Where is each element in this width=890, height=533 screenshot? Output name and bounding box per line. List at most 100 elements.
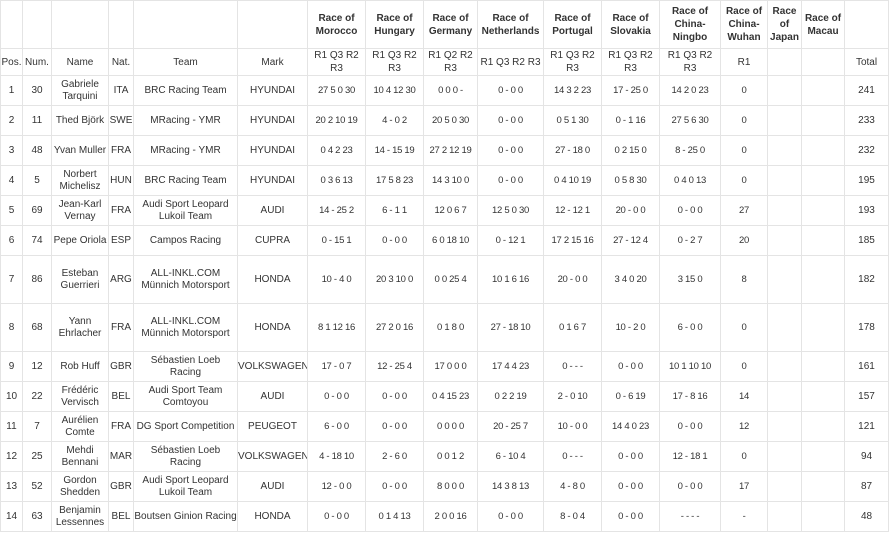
table-row[interactable]: 7 86 Esteban Guerrieri ARG ALL-INKL.COM Münn… [0, 255, 889, 304]
score-cell: 14 4 0 23 [601, 411, 660, 442]
race-header-netherlands[interactable]: Race of Netherlands [477, 0, 544, 49]
number-cell: 86 [22, 255, 52, 304]
race-header-macau[interactable]: Race of Macau [801, 0, 845, 49]
session-header: R1 Q3 R2 R3 [543, 48, 602, 76]
table-row[interactable]: 5 69 Jean-Karl Vernay FRA Audi Sport Leopard… [0, 195, 889, 226]
team-cell: Boutsen Ginion Racing [133, 501, 238, 532]
score-cell [801, 105, 845, 136]
score-cell [801, 303, 845, 352]
score-cell: 20 2 10 19 [307, 105, 366, 136]
session-header [801, 48, 845, 76]
score-cell [801, 441, 845, 472]
race-header-china-wuhan[interactable]: Race of China-Wuhan [720, 0, 768, 49]
table-row[interactable]: 12 25 Mehdi Bennani MAR Sébastien Loeb Racin… [0, 441, 889, 472]
table-row[interactable]: 6 74 Pepe Oriola ESP Campos Racing CUPRA 0 - 1… [0, 225, 889, 256]
score-cell: 20 [720, 225, 768, 256]
race-header-slovakia[interactable]: Race of Slovakia [601, 0, 660, 49]
score-cell: 0 - 15 1 [307, 225, 366, 256]
blank-header [133, 0, 238, 49]
table-row[interactable]: 11 7 Aurélien Comte FRA DG Sport Competition… [0, 411, 889, 442]
nationality-cell: ESP [108, 225, 134, 256]
score-cell [767, 501, 802, 532]
col-header-num[interactable]: Num. [22, 48, 52, 76]
mark-cell: AUDI [237, 195, 308, 226]
col-header-pos[interactable]: Pos. [0, 48, 23, 76]
score-cell: 2 - 0 10 [543, 381, 602, 412]
mark-cell: HONDA [237, 255, 308, 304]
team-cell: BRC Racing Team [133, 165, 238, 196]
race-header-morocco[interactable]: Race of Morocco [307, 0, 366, 49]
score-cell: 8 0 0 0 [423, 471, 478, 502]
score-cell: 0 [720, 135, 768, 166]
col-header-nat[interactable]: Nat. [108, 48, 134, 76]
nationality-cell: MAR [108, 441, 134, 472]
pos-cell: 2 [0, 105, 23, 136]
score-cell: 27 - 18 10 [477, 303, 544, 352]
score-cell: 27 [720, 195, 768, 226]
col-header-team[interactable]: Team [133, 48, 238, 76]
race-header-hungary[interactable]: Race of Hungary [365, 0, 424, 49]
team-cell: MRacing - YMR [133, 135, 238, 166]
table-row[interactable]: 14 63 Benjamin Lessennes BEL Boutsen Ginion … [0, 501, 889, 532]
col-header-mark[interactable]: Mark [237, 48, 308, 76]
session-header: R1 [720, 48, 768, 76]
table-row[interactable]: 10 22 Frédéric Vervisch BEL Audi Sport Team … [0, 381, 889, 412]
score-cell: 10 4 12 30 [365, 75, 424, 106]
score-cell: 0 - 0 0 [477, 75, 544, 106]
mark-cell: AUDI [237, 381, 308, 412]
score-cell [767, 471, 802, 502]
score-cell: 0 [720, 351, 768, 382]
table-row[interactable]: 8 68 Yann Ehrlacher FRA ALL-INKL.COM Münnich… [0, 303, 889, 352]
score-cell: 0 - 0 0 [307, 501, 366, 532]
total-cell: 195 [844, 165, 889, 196]
score-cell: 4 - 8 0 [543, 471, 602, 502]
col-header-total[interactable]: Total [844, 48, 889, 76]
col-header-name[interactable]: Name [51, 48, 109, 76]
score-cell [801, 195, 845, 226]
number-cell: 74 [22, 225, 52, 256]
table-row[interactable]: 13 52 Gordon Shedden GBR Audi Sport Leopard … [0, 471, 889, 502]
pos-cell: 3 [0, 135, 23, 166]
score-cell: 10 1 6 16 [477, 255, 544, 304]
table-row[interactable]: 2 11 Thed Björk SWE MRacing - YMR HYUNDAI 20 2… [0, 105, 889, 136]
nationality-cell: HUN [108, 165, 134, 196]
score-cell: 17 2 15 16 [543, 225, 602, 256]
table-row[interactable]: 1 30 Gabriele Tarquini ITA BRC Racing Team HY… [0, 75, 889, 106]
score-cell [767, 135, 802, 166]
total-cell: 48 [844, 501, 889, 532]
table-row[interactable]: 4 5 Norbert Michelisz HUN BRC Racing Team HYU… [0, 165, 889, 196]
score-cell: 8 [720, 255, 768, 304]
total-cell: 121 [844, 411, 889, 442]
table-row[interactable]: 3 48 Yvan Muller FRA MRacing - YMR HYUNDAI 0 4… [0, 135, 889, 166]
score-cell: 0 1 8 0 [423, 303, 478, 352]
total-cell: 193 [844, 195, 889, 226]
score-cell: 17 0 0 0 [423, 351, 478, 382]
nationality-cell: FRA [108, 411, 134, 442]
race-header-portugal[interactable]: Race of Portugal [543, 0, 602, 49]
table-row[interactable]: 9 12 Rob Huff GBR Sébastien Loeb Racing VOLKS… [0, 351, 889, 382]
pos-cell: 11 [0, 411, 23, 442]
score-cell: 6 - 0 0 [307, 411, 366, 442]
number-cell: 25 [22, 441, 52, 472]
score-cell [767, 303, 802, 352]
score-cell: 27 2 12 19 [423, 135, 478, 166]
score-cell: 20 5 0 30 [423, 105, 478, 136]
driver-name-cell: Gabriele Tarquini [51, 75, 109, 106]
mark-cell: HONDA [237, 501, 308, 532]
driver-name-cell: Frédéric Vervisch [51, 381, 109, 412]
race-header-germany[interactable]: Race of Germany [423, 0, 478, 49]
score-cell: 17 - 8 16 [659, 381, 721, 412]
number-cell: 22 [22, 381, 52, 412]
standings-table: Race of Morocco Race of Hungary Race of … [0, 0, 889, 532]
score-cell: 12 5 0 30 [477, 195, 544, 226]
nationality-cell: BEL [108, 501, 134, 532]
race-header-japan[interactable]: Race of Japan [767, 0, 802, 49]
driver-name-cell: Jean-Karl Vernay [51, 195, 109, 226]
nationality-cell: SWE [108, 105, 134, 136]
score-cell: 20 - 0 0 [601, 195, 660, 226]
score-cell: 0 0 1 2 [423, 441, 478, 472]
score-cell: 0 1 6 7 [543, 303, 602, 352]
driver-name-cell: Gordon Shedden [51, 471, 109, 502]
race-header-china-ningbo[interactable]: Race of China-Ningbo [659, 0, 721, 49]
score-cell: 0 4 10 19 [543, 165, 602, 196]
